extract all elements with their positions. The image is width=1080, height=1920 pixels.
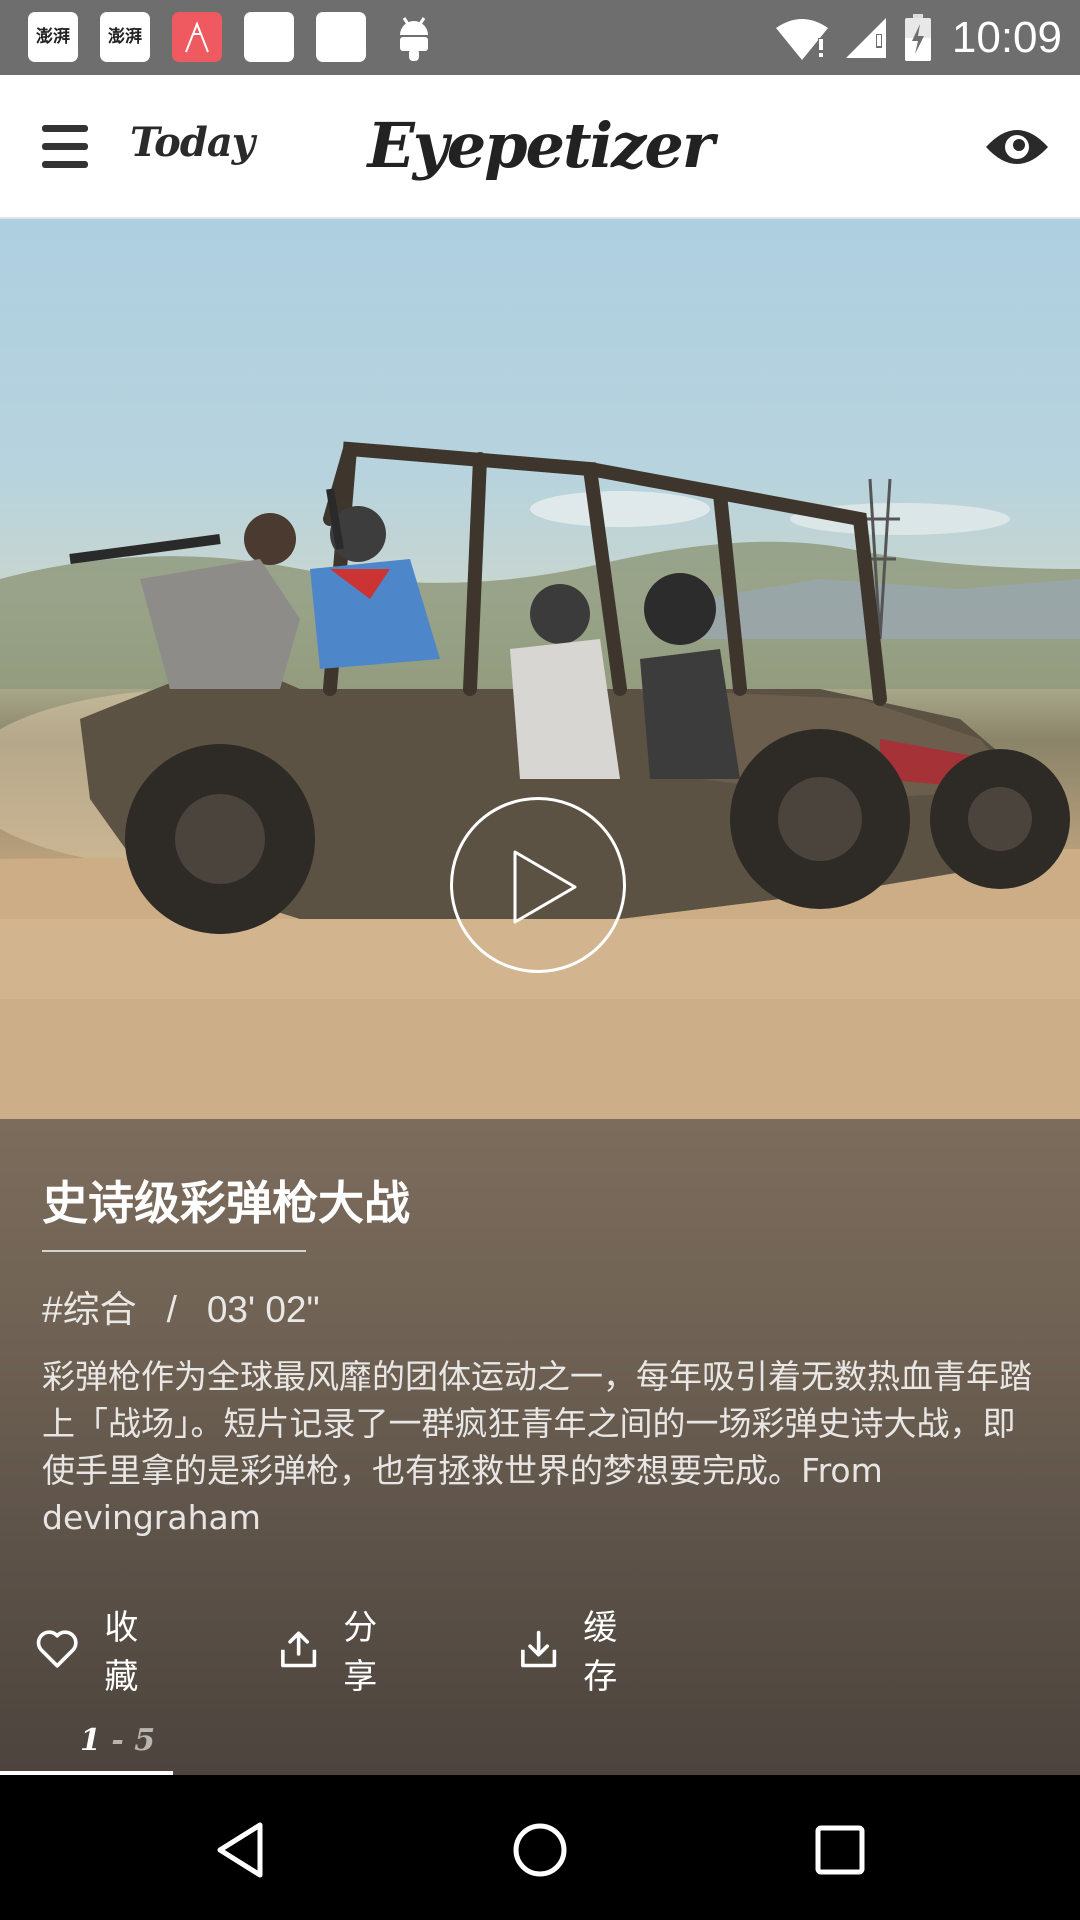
- white-app-icon: [316, 12, 366, 62]
- signal-icon: [845, 17, 886, 58]
- app-toolbar: Today Eyepetizer: [0, 75, 1080, 219]
- back-icon[interactable]: [206, 1815, 276, 1885]
- play-icon: [513, 850, 577, 924]
- android-icon: [394, 15, 434, 63]
- page-indicator: 1 - 5: [80, 1723, 155, 1758]
- video-title: 史诗级彩弹枪大战: [42, 1176, 410, 1230]
- news-app-icon: 澎湃: [28, 12, 78, 62]
- page-current: 1: [80, 1723, 101, 1758]
- share-button[interactable]: 分享: [280, 1608, 392, 1697]
- play-button[interactable]: [450, 797, 626, 973]
- recents-icon[interactable]: [805, 1815, 875, 1885]
- video-category[interactable]: #综合: [42, 1289, 137, 1330]
- share-icon: [281, 1631, 317, 1668]
- download-label: 缓存: [583, 1608, 618, 1697]
- status-bar: 澎湃 澎湃 10:09: [0, 0, 1080, 75]
- battery-charging-icon: [904, 13, 931, 61]
- favorite-label: 收藏: [104, 1608, 139, 1697]
- wifi-icon: [775, 18, 828, 60]
- download-icon: [521, 1630, 557, 1668]
- download-button[interactable]: 缓存: [520, 1608, 632, 1697]
- page-total: 5: [134, 1723, 156, 1758]
- share-label: 分享: [343, 1608, 378, 1697]
- video-duration: 03' 02": [206, 1289, 320, 1330]
- favorite-button[interactable]: 收藏: [36, 1608, 154, 1697]
- eye-icon[interactable]: [984, 123, 1050, 171]
- news-icon-text: 澎湃: [36, 27, 70, 47]
- video-description: 彩弹枪作为全球最风靡的团体运动之一，每年吸引着无数热血青年踏上「战场」。短片记录…: [42, 1357, 1032, 1537]
- video-info-panel: 史诗级彩弹枪大战 #综合 / 03' 02" 彩弹枪作为全球最风靡的团体运动之一，每…: [0, 1119, 1080, 1775]
- app-logo: Eyepetizer: [367, 109, 714, 182]
- news-app-icon: 澎湃: [100, 12, 150, 62]
- video-cover-image[interactable]: [0, 219, 1080, 1119]
- news-icon-text: 澎湃: [108, 27, 142, 47]
- white-app-icon: [244, 12, 294, 62]
- video-meta: #综合 / 03' 02": [42, 1279, 320, 1333]
- heart-icon: [36, 1630, 78, 1668]
- title-divider: [42, 1250, 306, 1252]
- red-app-icon: [172, 12, 222, 62]
- meta-separator: /: [166, 1289, 177, 1330]
- page-dash: -: [111, 1723, 124, 1758]
- navigation-bar: [0, 1775, 1080, 1920]
- cover-scene: [0, 441, 1080, 1119]
- home-icon[interactable]: [505, 1815, 575, 1885]
- status-time: 10:09: [951, 12, 1062, 62]
